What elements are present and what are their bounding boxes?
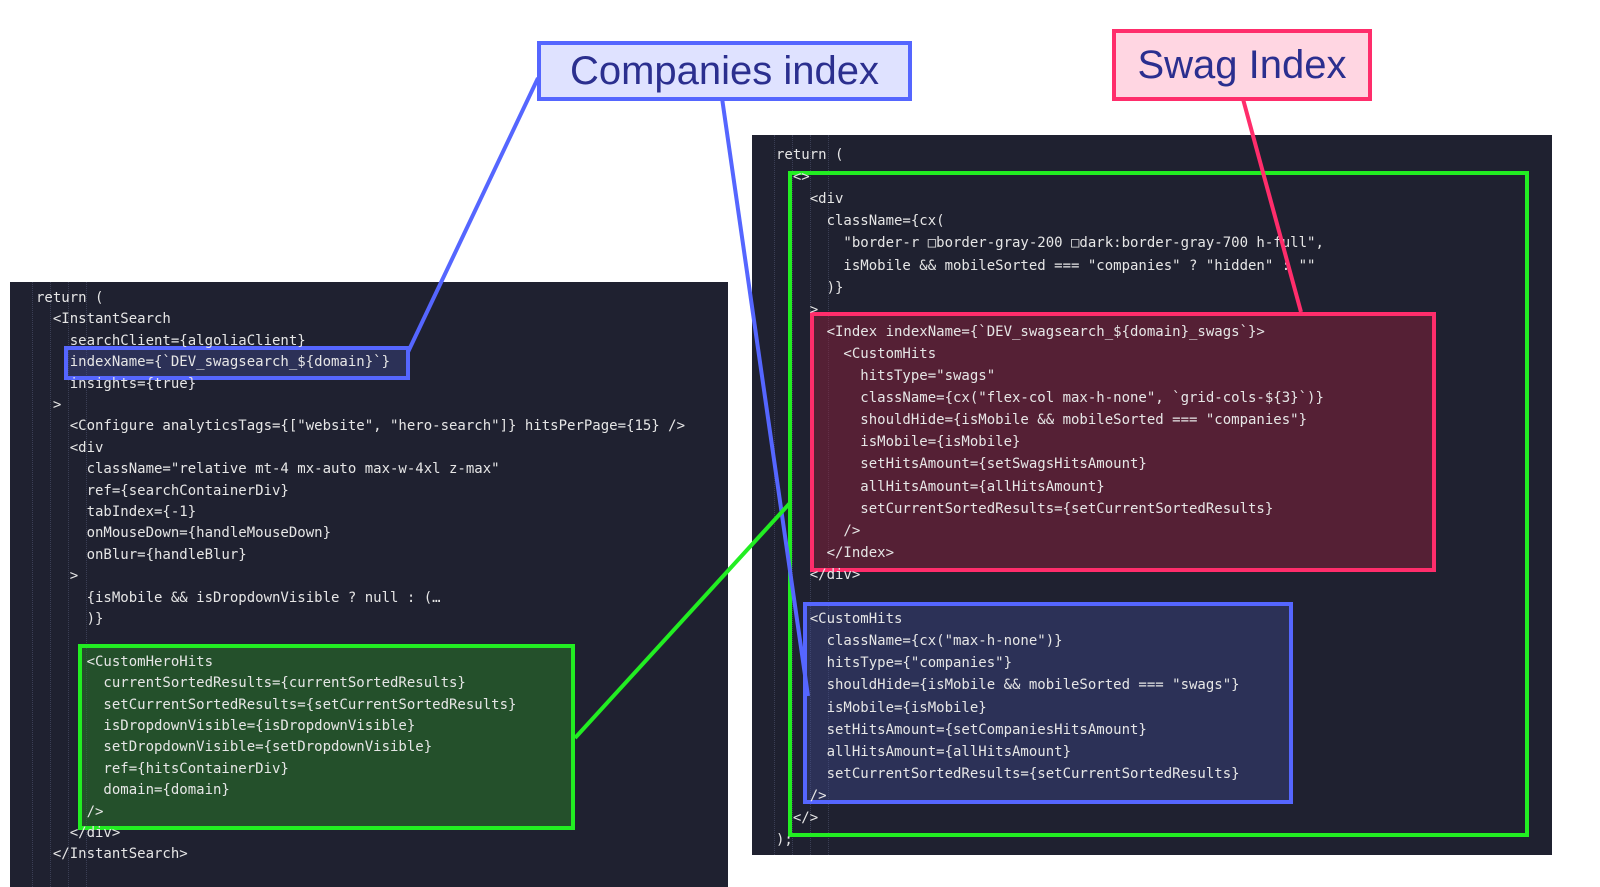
companies-connector-left <box>406 77 540 353</box>
connector-lines <box>406 77 1303 740</box>
companies-connector-right <box>720 97 810 697</box>
hits-connector <box>573 501 792 740</box>
companies-index-label: Companies index <box>537 41 912 101</box>
swag-index-label: Swag Index <box>1112 29 1372 101</box>
swag-connector <box>1241 98 1303 313</box>
